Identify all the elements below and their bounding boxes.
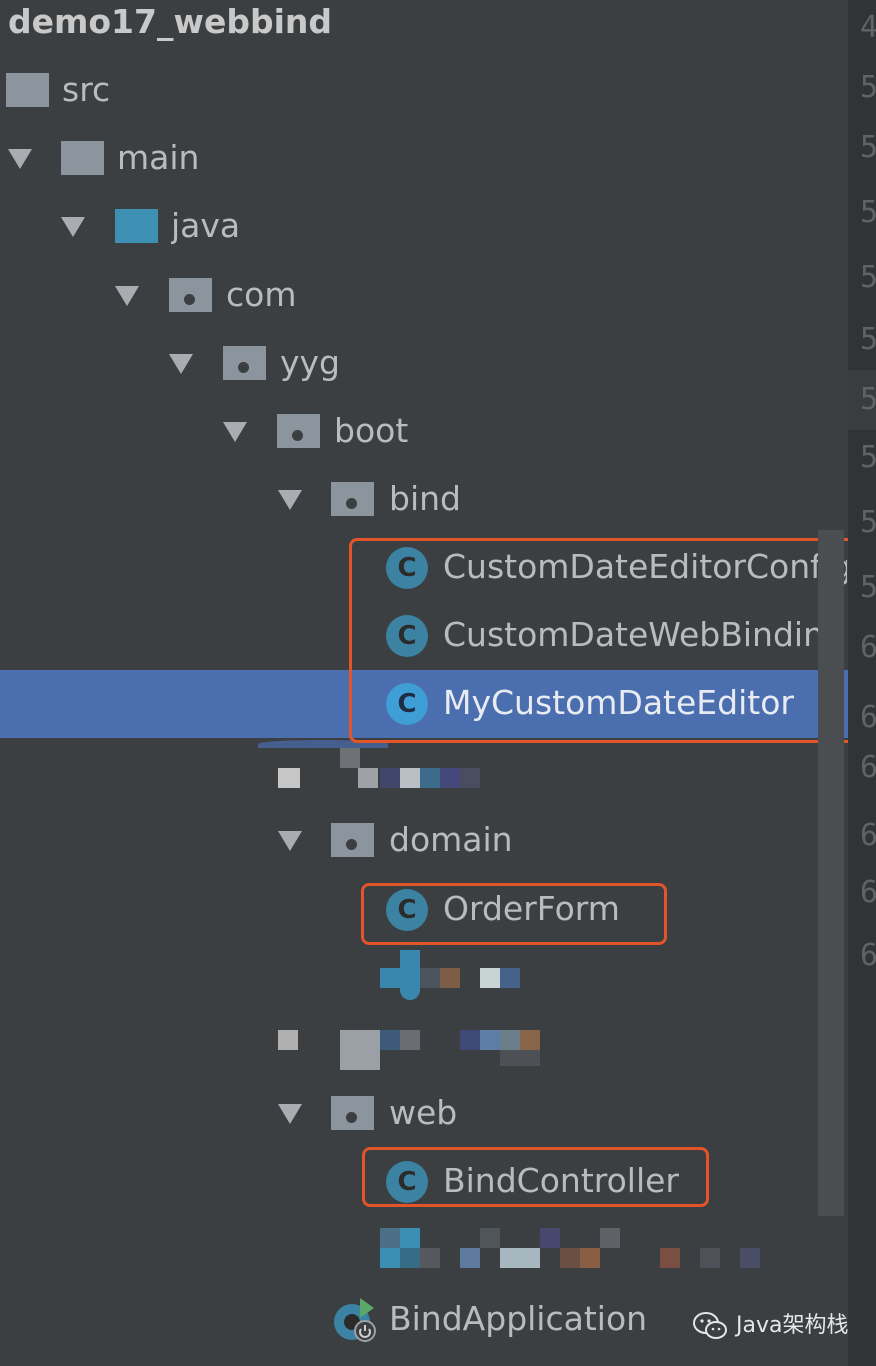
chevron-down-icon[interactable]: [278, 831, 302, 851]
package-icon: [331, 482, 374, 516]
tree-node-bind[interactable]: bind: [0, 466, 848, 534]
tree-node-label: yyg: [280, 343, 341, 382]
tree-node-label: src: [62, 70, 111, 109]
project-tree: demo17_webbind src main java com yyg boo…: [0, 0, 867, 1366]
tree-node-label: java: [171, 206, 241, 245]
line-number: 6: [860, 938, 876, 973]
line-number: 5: [860, 195, 876, 230]
project-title[interactable]: demo17_webbind: [8, 0, 332, 44]
chevron-down-icon[interactable]: [61, 217, 85, 237]
tree-node-src[interactable]: src: [0, 57, 848, 125]
tree-node-label: web: [389, 1093, 458, 1132]
line-number: 5: [860, 322, 876, 357]
tree-node-boot[interactable]: boot: [0, 398, 848, 466]
package-icon: [223, 346, 266, 380]
chevron-down-icon[interactable]: [8, 149, 32, 169]
tree-node-yyg[interactable]: yyg: [0, 330, 848, 398]
tree-node-web[interactable]: web: [0, 1080, 848, 1148]
chevron-down-icon[interactable]: [278, 490, 302, 510]
tree-node-label: domain: [389, 820, 513, 859]
line-number: 4: [860, 10, 876, 45]
tree-node-main[interactable]: main: [0, 125, 848, 193]
tree-node-label: bind: [389, 479, 461, 518]
line-number: 5: [860, 382, 876, 417]
wechat-icon: [693, 1312, 727, 1339]
chevron-down-icon[interactable]: [169, 354, 193, 374]
package-icon: [331, 823, 374, 857]
line-number: 5: [860, 130, 876, 165]
line-number: 5: [860, 505, 876, 540]
tree-node-java[interactable]: java: [0, 193, 848, 261]
tree-node-com[interactable]: com: [0, 262, 848, 330]
highlight-box-bind-classes: [349, 538, 867, 743]
package-icon: [277, 414, 320, 448]
line-number: 5: [860, 570, 876, 605]
line-number: 6: [860, 750, 876, 785]
chevron-down-icon[interactable]: [115, 286, 139, 306]
folder-icon: [61, 141, 104, 175]
scrollbar[interactable]: [818, 530, 844, 1216]
watermark-text: Java架构栈: [736, 1313, 849, 1338]
highlight-box-order-form: [361, 883, 667, 945]
tree-node-label: BindApplication: [389, 1299, 648, 1338]
chevron-down-icon[interactable]: [278, 1104, 302, 1124]
line-number: 5: [860, 440, 876, 475]
line-number: 6: [860, 818, 876, 853]
package-icon: [169, 278, 212, 312]
folder-icon: [6, 73, 49, 107]
tree-node-label: main: [117, 138, 200, 177]
line-number: 5: [860, 70, 876, 105]
line-number: 6: [860, 630, 876, 665]
tree-node-label: boot: [334, 411, 409, 450]
line-number: 6: [860, 700, 876, 735]
tree-node-domain[interactable]: domain: [0, 807, 848, 875]
highlight-box-bind-controller: [362, 1147, 709, 1207]
tree-node-label: com: [226, 275, 297, 314]
source-folder-icon: [115, 209, 158, 243]
line-number: 5: [860, 260, 876, 295]
package-icon: [331, 1096, 374, 1130]
line-number: 6: [860, 875, 876, 910]
chevron-down-icon[interactable]: [223, 422, 247, 442]
spring-boot-application-icon: [334, 1298, 376, 1342]
